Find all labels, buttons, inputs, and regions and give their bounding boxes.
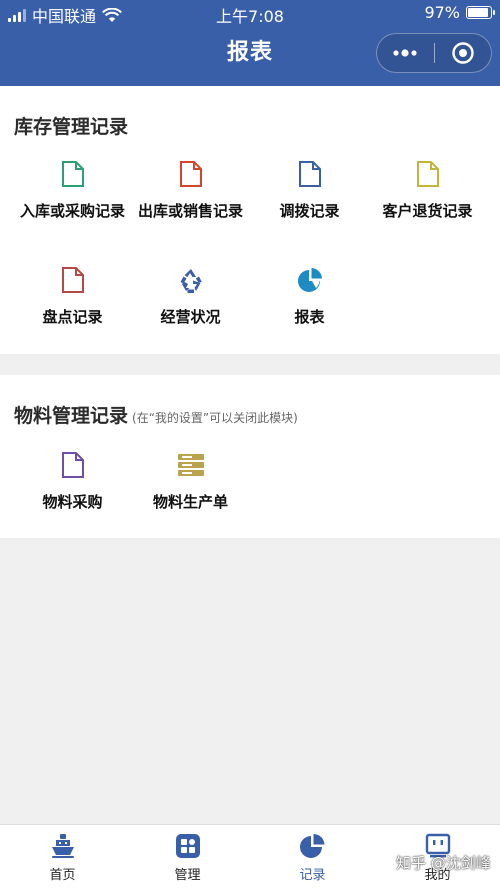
customer-return-records[interactable]: 客户退货记录 <box>365 160 490 221</box>
tab-manage[interactable]: 管理 <box>125 833 250 883</box>
reports[interactable]: 报表 <box>247 266 372 327</box>
material-purchase[interactable]: 物料采购 <box>10 451 135 512</box>
tab-label: 首页 <box>49 868 76 883</box>
tab-label: 管理 <box>174 868 201 883</box>
material-production-order[interactable]: 物料生产单 <box>128 451 253 512</box>
status-bar: 中国联通 上午7:08 97% <box>0 0 500 26</box>
material-title-text: 物料管理记录 <box>14 405 129 427</box>
material-title: 物料管理记录 (在“我的设置”可以关闭此模块) <box>14 401 298 428</box>
header-bar: 中国联通 上午7:08 97% 报表 <box>0 0 500 86</box>
stocktake-records[interactable]: 盘点记录 <box>10 266 135 327</box>
item-label: 经营状况 <box>160 308 221 326</box>
inventory-section: 库存管理记录 入库或采购记录 出库或销售记录 调拨记录 客户退货记录 盘点记录 … <box>0 86 500 354</box>
outbound-sales-records[interactable]: 出库或销售记录 <box>128 160 253 221</box>
more-button[interactable] <box>377 34 434 72</box>
item-label: 物料采购 <box>42 493 103 511</box>
pie-chart-icon <box>297 268 322 292</box>
document-icon <box>61 452 84 478</box>
stack-icon <box>177 454 204 476</box>
close-button[interactable] <box>435 34 492 72</box>
target-circle-icon <box>452 42 474 64</box>
document-icon <box>61 267 84 293</box>
more-dots-icon <box>393 49 417 57</box>
document-icon <box>61 161 84 187</box>
material-section: 物料管理记录 (在“我的设置”可以关闭此模块) 物料采购 物料生产单 <box>0 375 500 538</box>
pie-chart-icon <box>299 834 324 858</box>
tab-label: 记录 <box>299 868 326 883</box>
grid-icon <box>175 834 200 858</box>
tab-home[interactable]: 首页 <box>0 833 125 883</box>
item-label: 物料生产单 <box>152 493 228 511</box>
inventory-title: 库存管理记录 <box>14 116 129 138</box>
transfer-records[interactable]: 调拨记录 <box>247 160 372 221</box>
document-icon <box>179 161 202 187</box>
item-label: 调拨记录 <box>279 202 340 220</box>
watermark: 知乎 @沈剑峰 <box>396 854 491 872</box>
item-label: 客户退货记录 <box>382 202 473 220</box>
recycle-icon <box>180 269 202 293</box>
material-subtitle: (在“我的设置”可以关闭此模块) <box>132 411 298 425</box>
item-label: 出库或销售记录 <box>137 202 243 220</box>
item-label: 报表 <box>294 308 325 326</box>
document-icon <box>298 161 321 187</box>
business-status[interactable]: 经营状况 <box>128 266 253 327</box>
inbound-purchase-records[interactable]: 入库或采购记录 <box>10 160 135 221</box>
ship-icon <box>51 834 74 858</box>
tab-records[interactable]: 记录 <box>250 833 375 883</box>
item-label: 入库或采购记录 <box>19 202 125 220</box>
battery-icon <box>466 6 495 19</box>
item-label: 盘点记录 <box>42 308 103 326</box>
document-icon <box>416 161 439 187</box>
battery-percent: 97% <box>424 3 460 22</box>
mini-program-capsule <box>376 33 492 73</box>
